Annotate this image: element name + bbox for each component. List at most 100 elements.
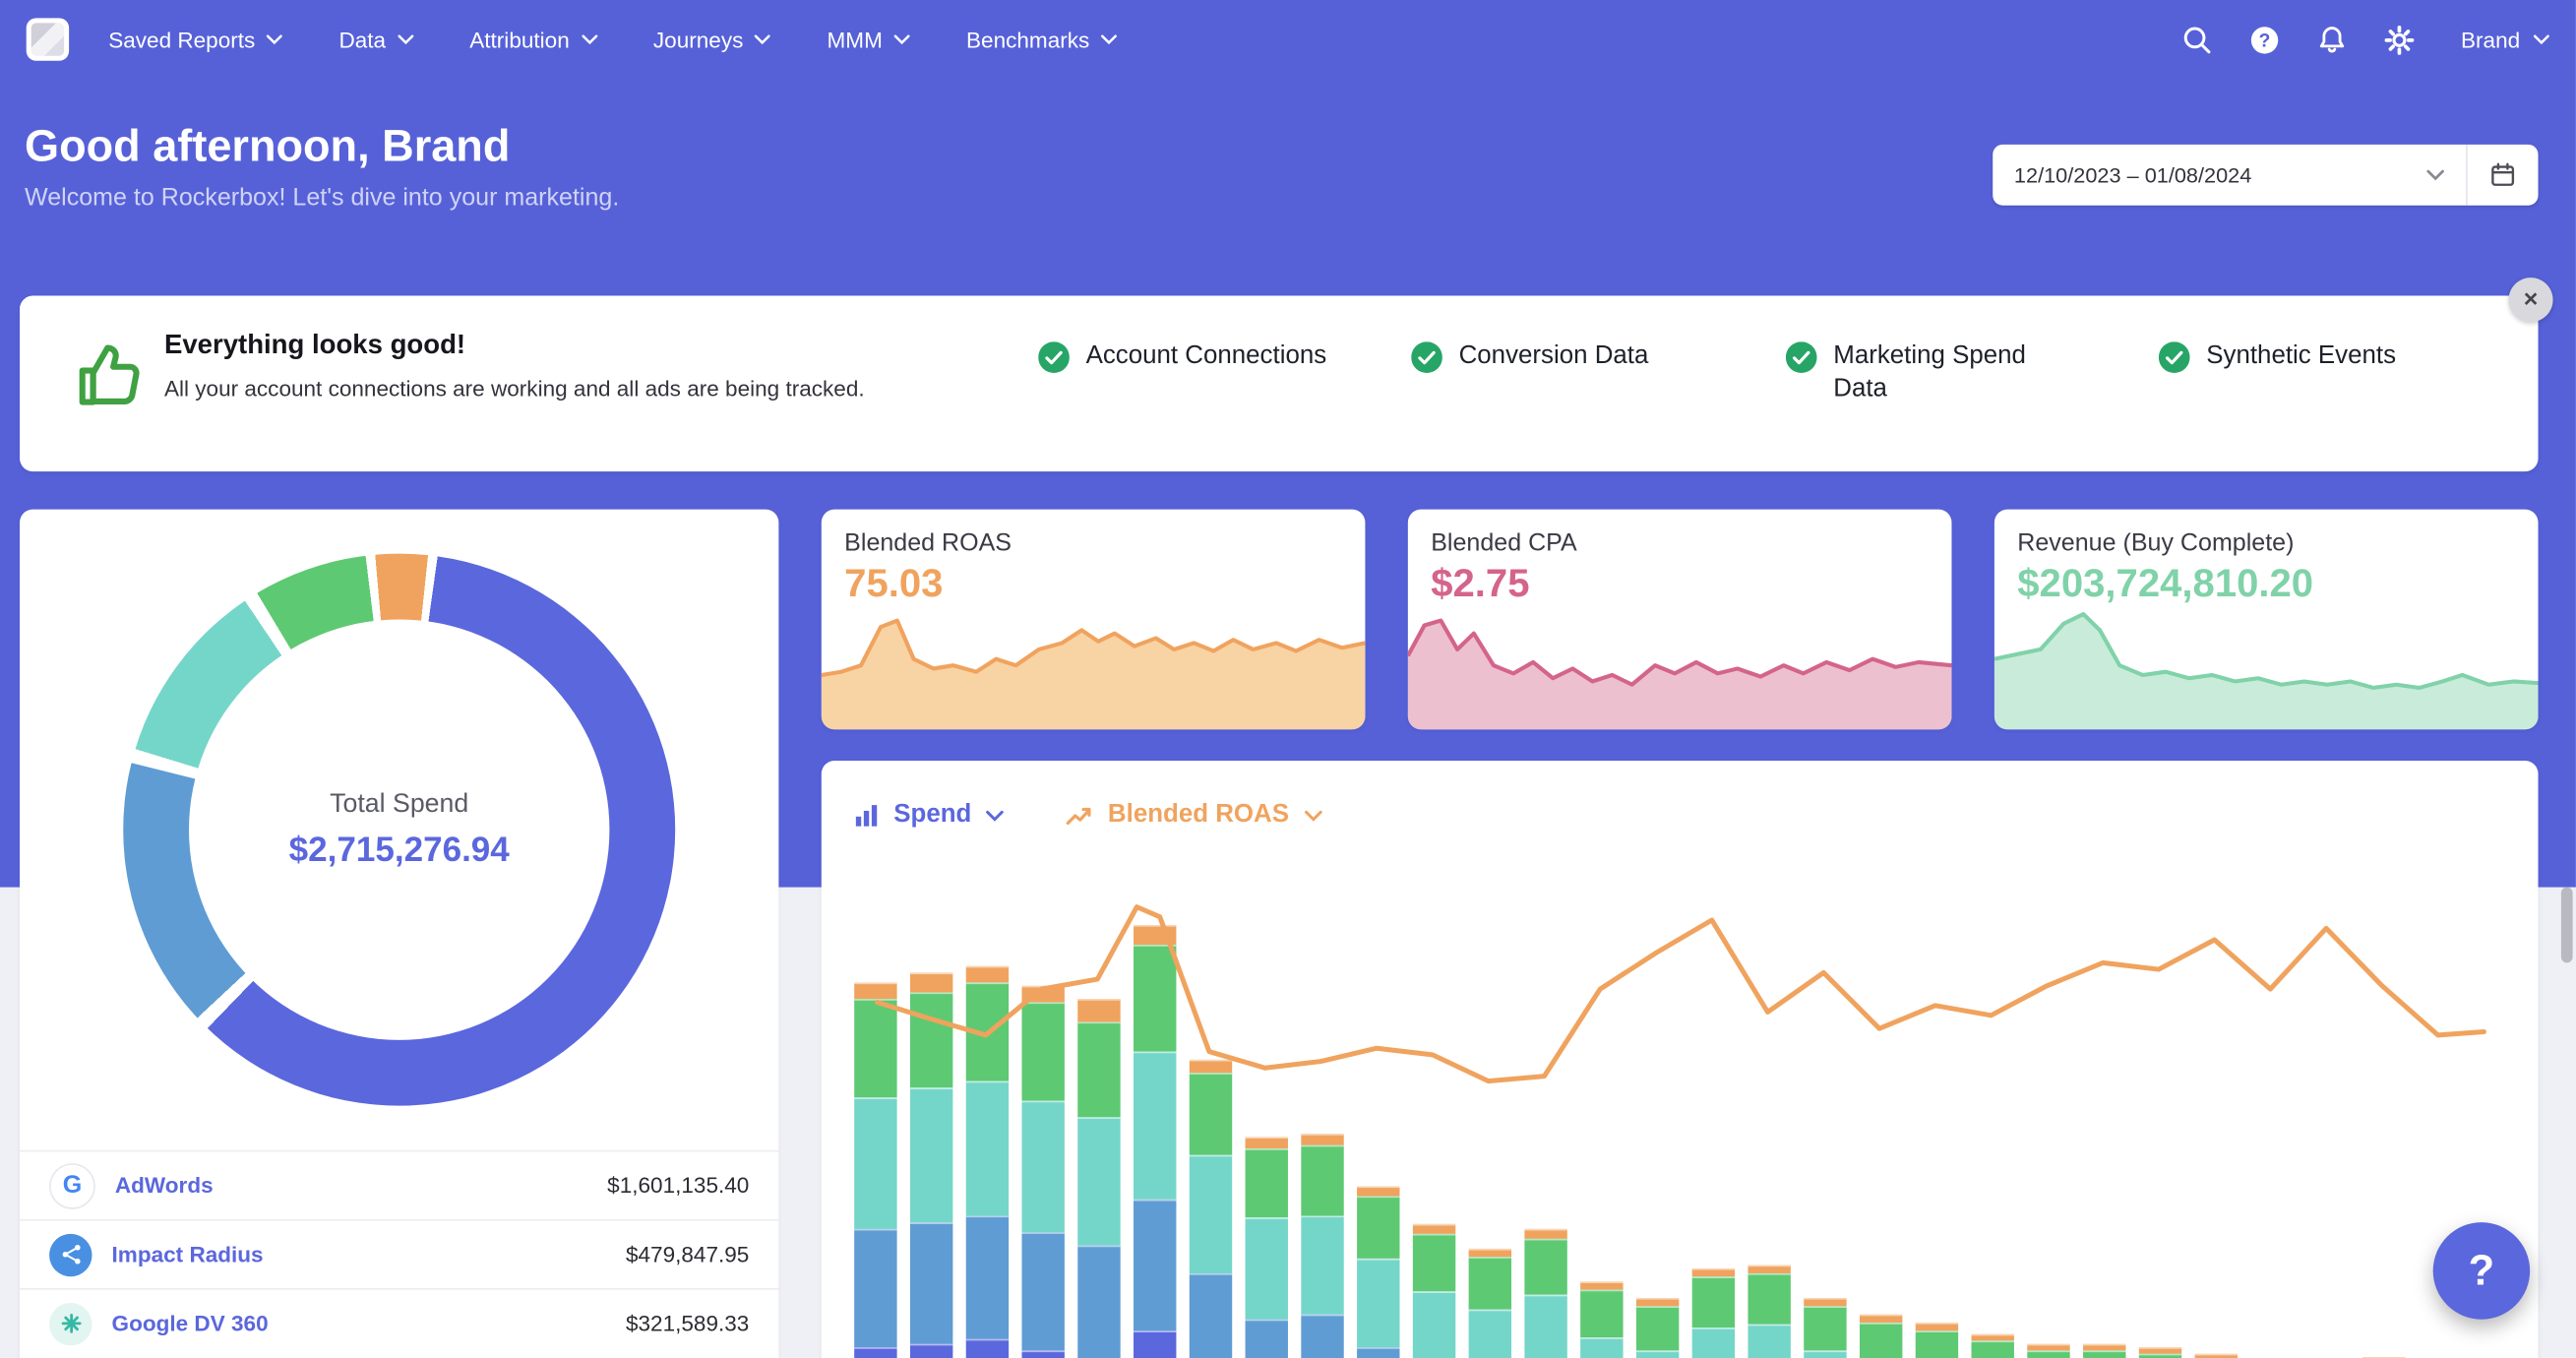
channel-name: AdWords	[115, 1173, 587, 1198]
chevron-down-icon	[2426, 169, 2444, 181]
chart-controls: Spend Blended ROAS	[854, 800, 1321, 830]
bar-chart-icon	[854, 803, 879, 826]
nav-item-saved-reports[interactable]: Saved Reports	[108, 28, 282, 52]
roas-line-overlay	[841, 884, 2519, 1358]
roas-selector-label: Blended ROAS	[1108, 800, 1289, 830]
total-spend-value: $2,715,276.94	[289, 831, 510, 870]
nav-item-label: Journeys	[653, 28, 743, 52]
nav-item-label: Attribution	[469, 28, 570, 52]
chevron-down-icon	[755, 34, 771, 44]
notifications-bell-icon[interactable]	[2316, 24, 2348, 55]
check-circle-icon	[1786, 341, 1817, 373]
metric-title: Revenue (Buy Complete)	[2017, 529, 2294, 557]
roas-line	[878, 907, 2484, 1081]
nav-item-data[interactable]: Data	[338, 28, 413, 52]
account-menu-label: Brand	[2461, 28, 2520, 52]
cpa-sparkline-chart	[1408, 601, 1952, 729]
help-fab-button[interactable]: ?	[2433, 1222, 2531, 1320]
chevron-down-icon	[267, 34, 283, 44]
scrollbar-thumb[interactable]	[2561, 888, 2573, 963]
metric-card-blended-roas[interactable]: Blended ROAS 75.03	[822, 510, 1366, 730]
channel-value: $479,847.95	[626, 1242, 749, 1266]
check-label: Synthetic Events	[2206, 340, 2396, 374]
nav-item-label: MMM	[828, 28, 883, 52]
main-chart-card: Spend Blended ROAS	[822, 761, 2539, 1358]
check-item-marketing-spend-data: Marketing Spend Data	[1786, 340, 2073, 406]
channel-row-google-dv-360[interactable]: Google DV 360 $321,589.33	[20, 1288, 778, 1357]
google-g-icon: G	[49, 1162, 95, 1208]
metric-card-revenue[interactable]: Revenue (Buy Complete) $203,724,810.20	[1994, 510, 2539, 730]
date-range-field[interactable]: 12/10/2023 – 01/08/2024	[1993, 145, 2466, 206]
channel-value: $321,589.33	[626, 1311, 749, 1335]
date-range-value: 12/10/2023 – 01/08/2024	[2014, 162, 2251, 187]
spend-metric-selector[interactable]: Spend	[854, 800, 1005, 830]
channel-value: $1,601,135.40	[607, 1173, 749, 1198]
check-item-account-connections: Account Connections	[1038, 340, 1391, 374]
page-subtitle: Welcome to Rockerbox! Let's dive into yo…	[25, 184, 619, 212]
dashboard-page: Saved Reports Data Attribution Journeys MMM B…	[0, 0, 2576, 1358]
chevron-down-icon	[1101, 34, 1118, 44]
nav-item-mmm[interactable]: MMM	[828, 28, 911, 52]
top-nav: Saved Reports Data Attribution Journeys MMM B…	[0, 0, 2576, 79]
nav-right: ? Brand	[2181, 24, 2549, 55]
svg-text:?: ?	[2259, 31, 2271, 51]
channel-list: G AdWords $1,601,135.40 Impact Radius $479,8…	[20, 1150, 778, 1357]
chevron-down-icon	[581, 34, 597, 44]
nav-menu: Saved Reports Data Attribution Journeys MMM B…	[108, 28, 1117, 52]
metric-title: Blended CPA	[1431, 529, 1577, 557]
impact-radius-icon	[49, 1233, 92, 1275]
calendar-icon	[2488, 161, 2516, 189]
roas-sparkline-chart	[822, 601, 1366, 729]
date-range-picker: 12/10/2023 – 01/08/2024	[1993, 145, 2538, 206]
page-greeting: Good afternoon, Brand	[25, 122, 510, 173]
metric-card-blended-cpa[interactable]: Blended CPA $2.75	[1408, 510, 1952, 730]
chevron-down-icon	[1304, 809, 1321, 821]
check-item-conversion-data: Conversion Data	[1411, 340, 1764, 374]
nav-item-label: Benchmarks	[966, 28, 1089, 52]
banner-subtitle: All your account connections are working…	[164, 376, 865, 401]
revenue-sparkline-chart	[1994, 601, 2539, 729]
rockerbox-logo[interactable]	[27, 18, 69, 60]
chevron-down-icon	[894, 34, 911, 44]
settings-gear-icon[interactable]	[2384, 24, 2416, 55]
chevron-down-icon	[2534, 34, 2550, 44]
nav-item-journeys[interactable]: Journeys	[653, 28, 771, 52]
banner-title: Everything looks good!	[164, 331, 465, 362]
channel-row-adwords[interactable]: G AdWords $1,601,135.40	[20, 1150, 778, 1219]
dv360-icon	[49, 1302, 92, 1344]
total-spend-card: Total Spend $2,715,276.94 G AdWords $1,601…	[20, 510, 778, 1358]
account-menu[interactable]: Brand	[2461, 28, 2549, 52]
metric-value: $203,724,810.20	[2017, 562, 2313, 608]
chevron-down-icon	[398, 34, 414, 44]
metric-value: $2.75	[1431, 562, 1529, 608]
metric-title: Blended ROAS	[844, 529, 1012, 557]
check-circle-icon	[1038, 341, 1070, 373]
total-spend-label: Total Spend	[330, 789, 468, 819]
metric-value: 75.03	[844, 562, 943, 608]
donut-center: Total Spend $2,715,276.94	[189, 619, 609, 1039]
help-icon[interactable]: ?	[2249, 24, 2281, 55]
thumbs-up-icon	[72, 339, 148, 422]
calendar-button[interactable]	[2468, 145, 2539, 206]
spend-selector-label: Spend	[893, 800, 971, 830]
check-item-synthetic-events: Synthetic Events	[2159, 340, 2512, 374]
nav-item-label: Saved Reports	[108, 28, 255, 52]
check-label: Marketing Spend Data	[1833, 340, 2073, 406]
spend-roas-chart	[841, 884, 2519, 1358]
check-label: Conversion Data	[1459, 340, 1649, 374]
channel-name: Impact Radius	[112, 1242, 606, 1266]
channel-row-impact-radius[interactable]: Impact Radius $479,847.95	[20, 1219, 778, 1288]
check-circle-icon	[1411, 341, 1442, 373]
check-label: Account Connections	[1086, 340, 1327, 374]
banner-close-button[interactable]: ×	[2508, 278, 2552, 322]
check-circle-icon	[2159, 341, 2190, 373]
chevron-down-icon	[986, 809, 1004, 821]
search-icon[interactable]	[2181, 24, 2213, 55]
status-banner: × Everything looks good! All your accoun…	[20, 296, 2538, 472]
channel-name: Google DV 360	[112, 1311, 606, 1335]
nav-item-attribution[interactable]: Attribution	[469, 28, 597, 52]
roas-metric-selector[interactable]: Blended ROAS	[1067, 800, 1321, 830]
nav-item-label: Data	[338, 28, 386, 52]
trend-line-icon	[1067, 804, 1093, 826]
nav-item-benchmarks[interactable]: Benchmarks	[966, 28, 1118, 52]
